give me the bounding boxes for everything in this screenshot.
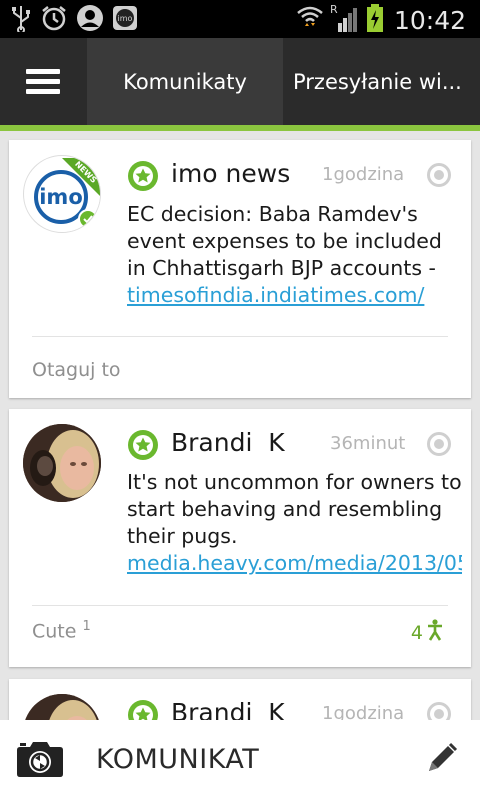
user-photo: [23, 424, 101, 502]
post-time: 36minut: [330, 433, 406, 454]
author-name[interactable]: Brandi K: [171, 428, 285, 457]
post-time: 1godzina: [322, 703, 405, 720]
feed-item[interactable]: Brandi K 36minut It's not uncommon for o…: [9, 409, 471, 667]
usb-icon: [10, 4, 32, 32]
post-link[interactable]: media.heavy.com/media/2013/05/...: [127, 551, 462, 575]
imo-news-logo: imo NEWS: [26, 158, 100, 232]
pencil-icon[interactable]: [424, 742, 458, 780]
user-photo: [23, 694, 101, 720]
post-text: EC decision: Baba Ramdev's event expense…: [127, 202, 442, 307]
verified-badge-icon: [127, 160, 159, 192]
tag-it-button[interactable]: Otaguj to: [32, 359, 121, 381]
post-link[interactable]: timesofindia.indiatimes.com/: [127, 283, 424, 307]
account-icon: [76, 4, 104, 32]
imo-notification-icon: imo: [112, 5, 138, 31]
verified-badge-icon: [127, 429, 159, 461]
select-radio[interactable]: [427, 163, 451, 187]
feed-item[interactable]: imo NEWS imo news 1godzina EC decision: …: [9, 140, 471, 398]
tag-cute[interactable]: Cute 1: [32, 619, 91, 642]
svg-text:imo: imo: [39, 185, 83, 209]
person-icon: [427, 619, 443, 646]
compose-bar: KOMUNIKAT: [0, 720, 480, 800]
post-text: It's not uncommon for owners to start be…: [127, 469, 462, 577]
alarm-icon: [40, 4, 68, 32]
avatar[interactable]: [23, 694, 101, 720]
divider: [32, 605, 448, 606]
action-bar: Komunikaty Przesyłanie wi...: [0, 38, 480, 125]
tab-komunikaty[interactable]: Komunikaty: [87, 38, 283, 125]
author-name[interactable]: Brandi K: [171, 698, 285, 720]
hamburger-menu-icon[interactable]: [0, 38, 86, 125]
status-bar: imo R 10:42: [0, 0, 480, 38]
author-name[interactable]: imo news: [171, 159, 290, 188]
avatar[interactable]: [23, 424, 101, 502]
post-time: 1godzina: [322, 164, 405, 185]
compose-message-button[interactable]: KOMUNIKAT: [96, 744, 259, 775]
signal-icon: R: [330, 3, 360, 37]
status-clock: 10:42: [393, 5, 466, 35]
select-radio[interactable]: [427, 432, 451, 456]
avatar[interactable]: imo NEWS: [23, 155, 101, 233]
select-radio[interactable]: [427, 702, 451, 720]
feed-item[interactable]: Brandi K 1godzina: [9, 679, 471, 720]
feed-list[interactable]: imo NEWS imo news 1godzina EC decision: …: [0, 131, 480, 720]
tab-przesylanie[interactable]: Przesyłanie wi...: [293, 38, 480, 125]
wifi-icon: [296, 4, 324, 36]
likes-counter[interactable]: 4: [411, 619, 443, 646]
verified-badge-icon: [127, 699, 159, 720]
battery-charging-icon: [366, 3, 384, 37]
network-type-label: R: [330, 3, 338, 16]
camera-icon[interactable]: [16, 740, 64, 782]
divider: [32, 336, 448, 337]
svg-text:imo: imo: [118, 14, 133, 23]
